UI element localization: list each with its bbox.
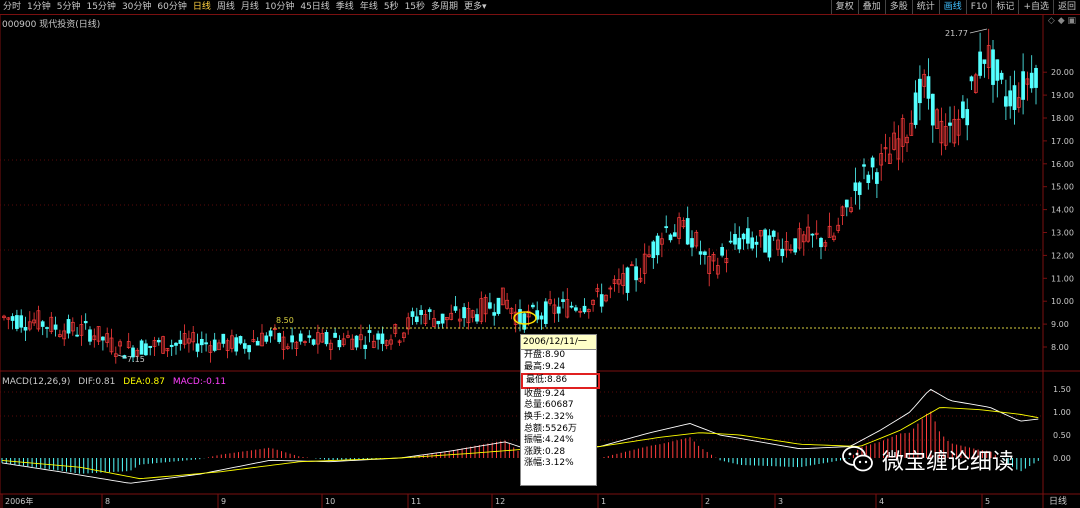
price-tick-label: 16.00 [1051, 160, 1074, 169]
price-tick-label: 17.00 [1051, 137, 1074, 146]
high-price-annotation: 21.77 [945, 29, 968, 38]
price-tick-label: 8.00 [1051, 343, 1069, 352]
tooltip-volume: 总量:60687 [524, 400, 574, 411]
price-tick-label: 11.00 [1051, 274, 1074, 283]
candle-info-tooltip: 2006/12/11/一 开盘:8.90 最高:9.24 最低:8.86 收盘:… [520, 334, 600, 486]
watermark-text: 微宝缠论细读 [882, 450, 1015, 475]
price-tick-label: 15.00 [1051, 183, 1074, 192]
time-tick-label: 8 [105, 497, 110, 506]
price-tick-label: 19.00 [1051, 91, 1074, 100]
high-arrow [969, 28, 988, 34]
tooltip-turnover: 换手:2.32% [524, 411, 574, 422]
macd-tick-label: 0.00 [1053, 454, 1071, 463]
price-tick-label: 20.00 [1051, 68, 1074, 77]
dea-value: 0.87 [144, 377, 165, 387]
candlesticks [2, 28, 1038, 364]
time-tick-label: 9 [221, 497, 226, 506]
low-price-annotation: 7.15 [127, 355, 145, 364]
macd-axis: 1.50 1.00 0.50 0.00 [1053, 385, 1071, 463]
time-tick-label: 1 [601, 497, 606, 506]
time-tick-label: 4 [879, 497, 884, 506]
price-tick-label: 12.00 [1051, 251, 1074, 260]
tooltip-change-pct: 涨幅:3.12% [524, 458, 574, 469]
price-tick-label: 13.00 [1051, 229, 1074, 238]
tooltip-amount: 总额:5526万 [524, 423, 577, 434]
price-tick-label: 10.00 [1051, 297, 1074, 306]
wechat-icon [842, 446, 873, 472]
macd-tick-label: 0.50 [1053, 431, 1071, 440]
time-tick-label: 12 [495, 497, 505, 506]
time-tick-label: 2006年 [5, 496, 33, 506]
time-tick-label: 3 [778, 497, 783, 506]
macd-value: -0.11 [202, 377, 227, 387]
macd-tick-label: 1.50 [1053, 385, 1071, 394]
macd-legend: MACD(12,26,9) DIF:0.81 DEA:0.87 MACD:-0.… [2, 377, 231, 387]
tooltip-low: 最低:8.86 [521, 373, 600, 389]
period-label: 日线 [1049, 495, 1067, 507]
dif-value: 0.81 [95, 377, 116, 387]
tooltip-high: 最高:9.24 [524, 361, 566, 372]
macd-value-label: MACD: [172, 377, 203, 387]
tooltip-close: 收盘:9.24 [524, 388, 566, 399]
time-tick-label: 10 [325, 497, 335, 506]
time-axis: 2006年 8 9 10 11 12 1 2 3 4 5 日线 [1, 494, 1067, 508]
price-axis: 20.00 19.00 18.00 17.00 16.00 15.00 14.00 13.00… [1043, 68, 1074, 352]
watermark: 微宝缠论细读 [842, 441, 1014, 479]
tooltip-date: 2006/12/11/一 [521, 335, 596, 350]
dea-label: DEA: [123, 377, 145, 387]
dif-label: DIF: [78, 377, 96, 387]
time-tick-label: 11 [411, 497, 421, 506]
price-tick-label: 9.00 [1051, 320, 1069, 329]
tooltip-open: 开盘:8.90 [524, 350, 566, 360]
time-tick-label: 2 [705, 497, 710, 506]
tooltip-amplitude: 振幅:4.24% [524, 435, 574, 446]
macd-tick-label: 1.00 [1053, 408, 1071, 417]
price-tick-label: 14.00 [1051, 206, 1074, 215]
time-tick-label: 5 [985, 497, 990, 506]
macd-title: MACD(12,26,9) [2, 377, 71, 387]
dashed-level-label: 8.50 [276, 316, 294, 325]
tooltip-change: 涨跌:0.28 [524, 446, 566, 457]
price-tick-label: 18.00 [1051, 114, 1074, 123]
